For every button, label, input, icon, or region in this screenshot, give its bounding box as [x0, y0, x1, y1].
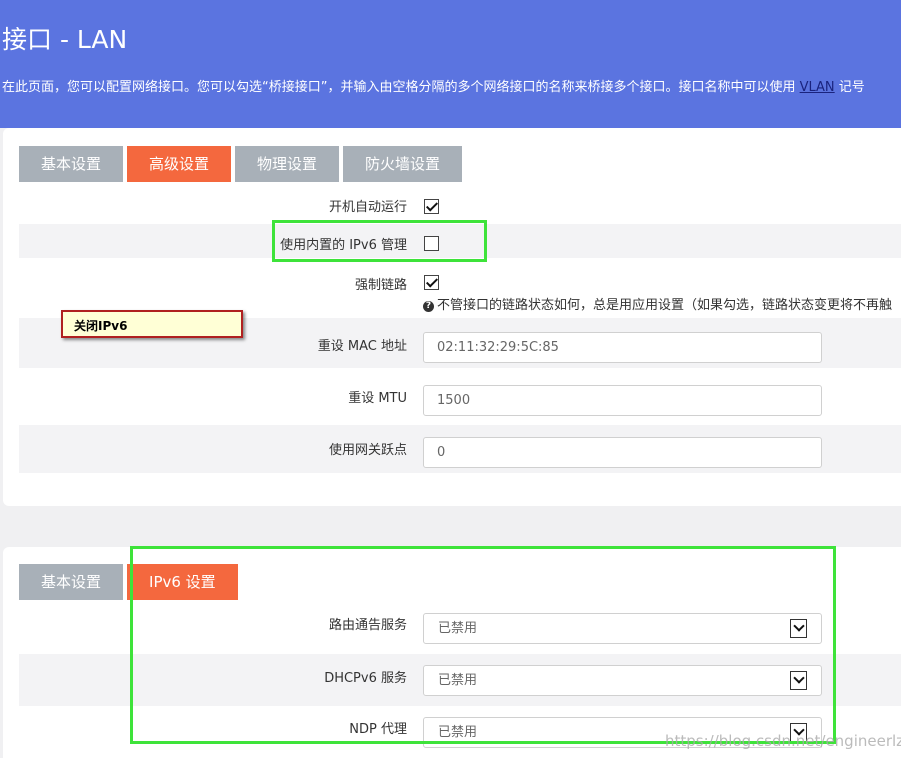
page-header: 接口 - LAN 在此页面，您可以配置网络接口。您可以勾选“桥接接口”，并输入由… [0, 0, 901, 128]
tab-firewall[interactable]: 防火墙设置 [343, 146, 463, 182]
force-link-help-text: 不管接口的链路状态如何，总是用应用设置（如果勾选，链路状态变更将不再触 [437, 298, 893, 313]
tab-basic[interactable]: 基本设置 [19, 146, 124, 182]
annotation-note: 关闭IPv6 [61, 310, 243, 338]
tab-dhcp-basic[interactable]: 基本设置 [19, 564, 124, 600]
mtu-label: 重设 MTU [348, 391, 407, 406]
row-metric: 使用网关跃点 0 [19, 425, 901, 473]
tab-physical[interactable]: 物理设置 [235, 146, 340, 182]
row-mtu: 重设 MTU 1500 [19, 372, 901, 424]
description-suffix: 记号 [834, 80, 865, 95]
auto-start-label: 开机自动运行 [328, 200, 407, 215]
tab-advanced[interactable]: 高级设置 [127, 146, 232, 182]
watermark: https://blog.csdn.net/engineerlzk [665, 732, 901, 750]
mtu-input[interactable]: 1500 [423, 385, 822, 416]
page-title: 接口 - LAN [2, 25, 128, 54]
vlan-link[interactable]: VLAN [800, 80, 835, 95]
highlight-box-ipv6-management [272, 220, 487, 262]
help-icon: ? [423, 301, 434, 312]
highlight-box-ipv6-settings [130, 546, 836, 744]
general-tabs: 基本设置 高级设置 物理设置 防火墙设置 [19, 146, 466, 182]
mac-label: 重设 MAC 地址 [317, 339, 407, 354]
page-description: 在此页面，您可以配置网络接口。您可以勾选“桥接接口”，并输入由空格分隔的多个网络… [2, 76, 865, 95]
force-link-checkbox[interactable] [424, 275, 439, 290]
metric-label: 使用网关跃点 [328, 443, 407, 458]
metric-input[interactable]: 0 [423, 437, 822, 468]
row-force-link: 强制链路 ? 不管接口的链路状态如何，总是用应用设置（如果勾选，链路状态变更将不再… [19, 258, 901, 313]
mac-input[interactable]: 02:11:32:29:5C:85 [423, 332, 822, 363]
row-auto-start: 开机自动运行 [19, 188, 901, 224]
force-link-label: 强制链路 [354, 278, 407, 293]
description-text: 在此页面，您可以配置网络接口。您可以勾选“桥接接口”，并输入由空格分隔的多个网络… [2, 80, 800, 95]
force-link-help: ? 不管接口的链路状态如何，总是用应用设置（如果勾选，链路状态变更将不再触 [423, 294, 892, 313]
auto-start-checkbox[interactable] [424, 199, 439, 214]
